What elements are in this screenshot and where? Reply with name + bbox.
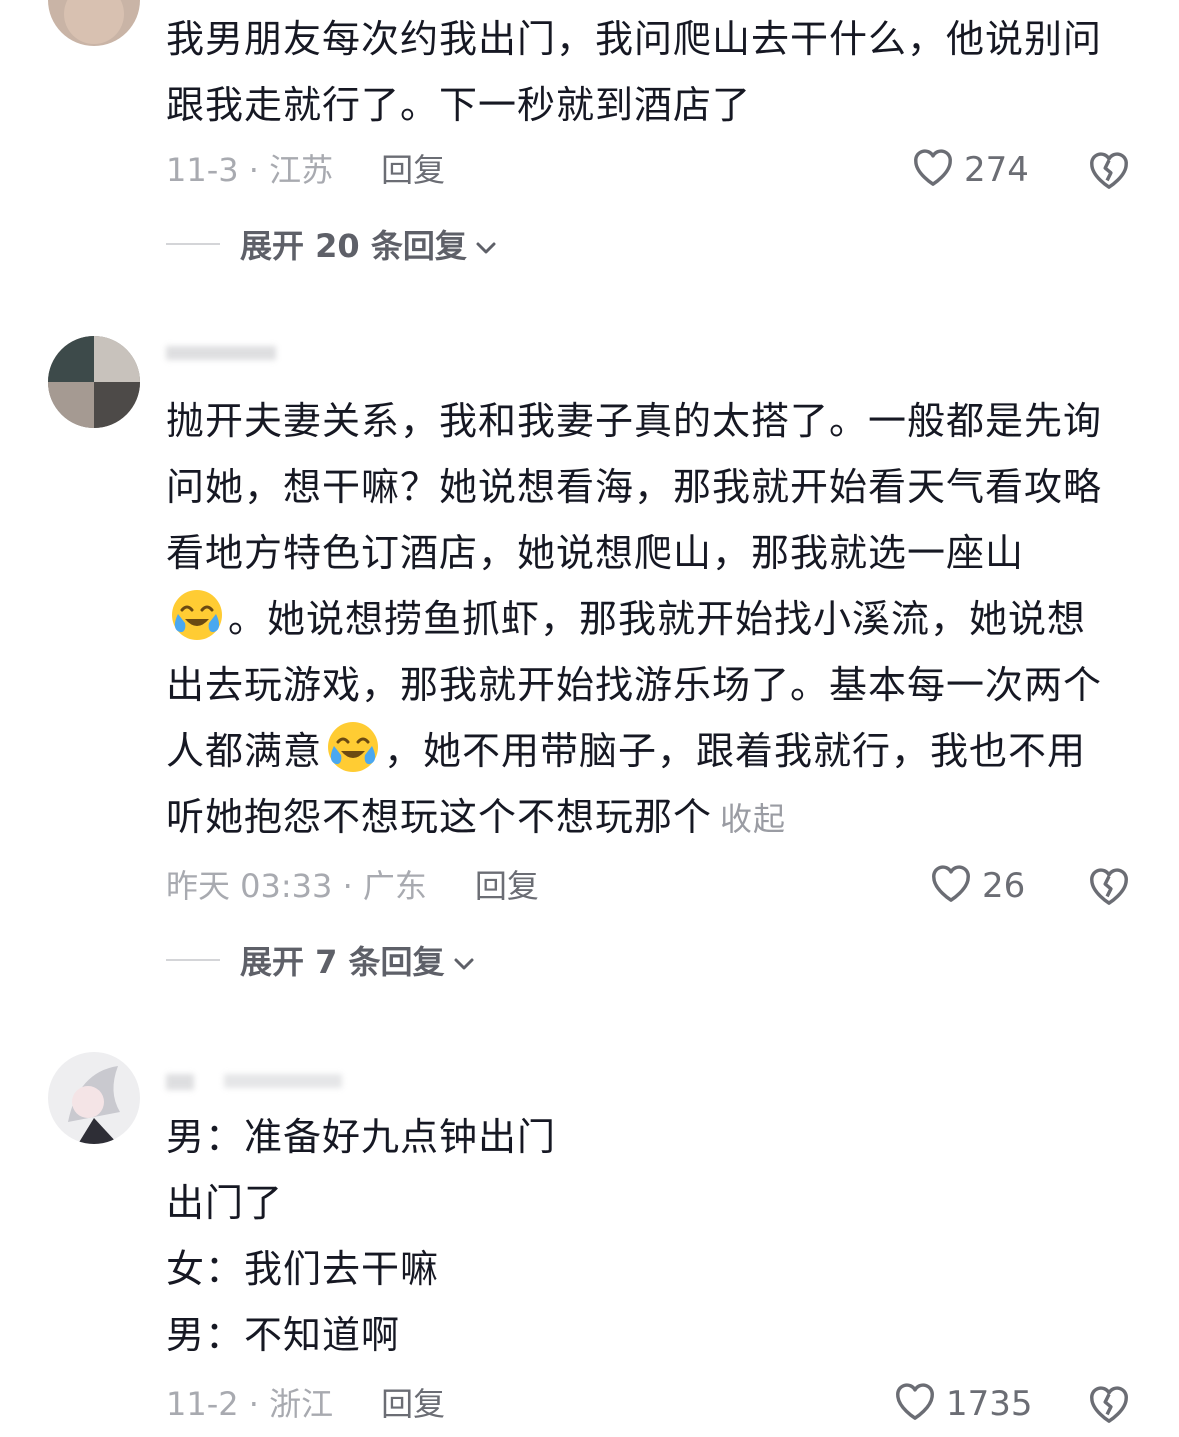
timestamp-location: 11-3 · 江苏: [166, 151, 334, 189]
comment-line-text: 听她抱怨不想玩这个不想玩那个: [166, 795, 713, 839]
comment-line: 男：准备好九点钟出门: [166, 1115, 557, 1159]
avatar[interactable]: [48, 336, 140, 428]
comment-line: 出去玩游戏，那我就开始找游乐场了。基本每一次两个: [166, 663, 1103, 707]
expand-replies-button[interactable]: 展开 7 条回复: [166, 938, 475, 982]
username-blurred[interactable]: [166, 342, 286, 366]
collapse-link[interactable]: 收起: [720, 800, 786, 838]
comment-meta: 11-2 · 浙江 回复: [166, 1382, 445, 1426]
comment-body: 抛开夫妻关系，我和我妻子真的太搭了。一般都是先询 问她，想干嘛？她说想看海，那我…: [166, 388, 1141, 852]
reply-button[interactable]: 回复: [475, 864, 539, 908]
crying-laughing-emoji: [326, 720, 380, 774]
broken-heart-icon: [1086, 868, 1132, 910]
dislike-button[interactable]: [1086, 148, 1132, 192]
comment-line: 出门了: [166, 1181, 284, 1225]
like-count: 1735: [946, 1384, 1033, 1424]
avatar[interactable]: [48, 1052, 140, 1144]
timestamp-location: 11-2 · 浙江: [166, 1385, 334, 1423]
comment-line: 问她，想干嘛？她说想看海，那我就开始看天气看攻略: [166, 465, 1103, 509]
dislike-button[interactable]: [1086, 1382, 1132, 1426]
timestamp-location: 昨天 03:33 · 广东: [166, 867, 427, 905]
comment-line-text: 。她说想捞鱼抓虾，那我就开始找小溪流，她说想: [228, 597, 1087, 641]
heart-outline-icon: [892, 1379, 946, 1430]
comment-line: 。她说想捞鱼抓虾，那我就开始找小溪流，她说想: [166, 586, 1141, 652]
like-count: 274: [964, 150, 1029, 190]
comment-line: 女：我们去干嘛: [166, 1247, 440, 1291]
broken-heart-icon: [1086, 152, 1132, 194]
like-count: 26: [982, 866, 1026, 906]
divider: [166, 959, 220, 961]
broken-heart-icon: [1086, 1386, 1132, 1428]
comment-line: 听她抱怨不想玩这个不想玩那个 收起: [166, 784, 1141, 852]
heart-outline-icon: [928, 861, 982, 912]
like-button[interactable]: 1735: [892, 1382, 1033, 1426]
heart-outline-icon: [910, 145, 964, 196]
comment-line-text: 人都满意: [166, 729, 323, 773]
expand-replies-label: 展开 20 条回复: [240, 227, 467, 265]
reply-button[interactable]: 回复: [381, 1382, 445, 1426]
like-button[interactable]: 274: [910, 148, 1029, 192]
comment-line: 抛开夫妻关系，我和我妻子真的太搭了。一般都是先询: [166, 399, 1103, 443]
comment-body: 我男朋友每次约我出门，我问爬山去干什么，他说别问 跟我走就行了。下一秒就到酒店了: [166, 6, 1141, 138]
comment-line: 我男朋友每次约我出门，我问爬山去干什么，他说别问: [166, 17, 1103, 61]
dislike-button[interactable]: [1086, 864, 1132, 908]
comment-line: 看地方特色订酒店，她说想爬山，那我就选一座山: [166, 531, 1025, 575]
avatar[interactable]: [48, 0, 140, 46]
comment-body: 男：准备好九点钟出门 出门了 女：我们去干嘛 男：不知道啊: [166, 1104, 1141, 1368]
comment-line: 男：不知道啊: [166, 1313, 401, 1357]
like-button[interactable]: 26: [928, 864, 1025, 908]
comment-line-text: ，她不用带脑子，跟着我就行，我也不用: [384, 729, 1087, 773]
chevron-down-icon: [445, 941, 475, 979]
crying-laughing-emoji: [170, 588, 224, 642]
expand-replies-button[interactable]: 展开 20 条回复: [166, 222, 497, 266]
comment-line: 人都满意 ，她不用带脑子，跟着我就行，我也不用: [166, 718, 1141, 784]
divider: [166, 243, 220, 245]
comment-line: 跟我走就行了。下一秒就到酒店了: [166, 83, 752, 127]
expand-replies-label: 展开 7 条回复: [240, 943, 445, 981]
comment-meta: 11-3 · 江苏 回复: [166, 148, 445, 192]
reply-button[interactable]: 回复: [381, 148, 445, 192]
chevron-down-icon: [467, 225, 497, 263]
username-blurred[interactable]: [166, 1070, 346, 1094]
comment-meta: 昨天 03:33 · 广东 回复: [166, 864, 539, 908]
